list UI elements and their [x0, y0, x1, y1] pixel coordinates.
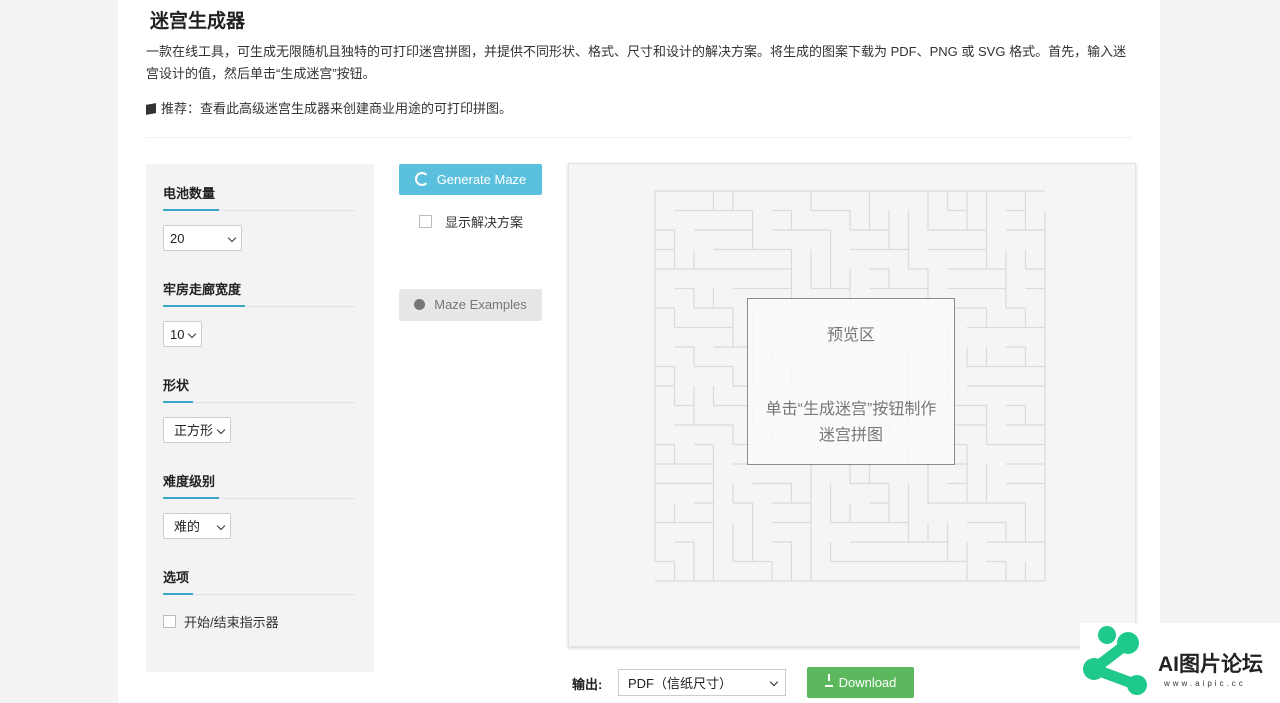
generate-maze-button[interactable]: Generate Maze — [399, 164, 542, 195]
cells-select[interactable]: 20 — [163, 225, 242, 251]
chevron-down-icon — [187, 329, 197, 339]
corridor-label: 牢房走廊宽度 — [163, 279, 355, 307]
preview-area: 预览区 单击“生成迷宫”按钮制作迷宫拼图 — [568, 163, 1136, 647]
corridor-select[interactable]: 10 — [163, 321, 202, 347]
chevron-down-icon — [216, 425, 226, 435]
chevron-down-icon — [216, 521, 226, 531]
recommendation-link[interactable]: 推荐：查看此高级迷宫生成器来创建商业用途的可打印拼图。 — [161, 101, 512, 116]
logo-icon — [1083, 626, 1147, 695]
cells-label: 电池数量 — [163, 183, 355, 211]
download-button[interactable]: Download — [807, 667, 914, 698]
shape-group: 形状 正方形 — [163, 375, 355, 443]
shape-label: 形状 — [163, 375, 355, 403]
shape-select[interactable]: 正方形 — [163, 417, 231, 443]
start-end-checkbox[interactable] — [163, 615, 176, 628]
settings-sidebar: 电池数量 20 牢房走廊宽度 10 形状 正方形 难度级别 难的 选项 开始/结… — [146, 164, 374, 672]
watermark-url: www.aipic.cc — [1164, 679, 1246, 688]
output-label: 输出: — [572, 677, 603, 692]
output-format-select[interactable]: PDF（信纸尺寸） — [618, 669, 786, 696]
chevron-down-icon — [227, 233, 237, 243]
divider — [146, 137, 1132, 138]
globe-icon — [414, 299, 426, 310]
page-title: 迷宫生成器 — [150, 11, 246, 32]
preview-title: 预览区 — [826, 327, 875, 344]
page-description: 一款在线工具，可生成无限随机且独特的可打印迷宫拼图，并提供不同形状、格式、尺寸和… — [146, 44, 1127, 81]
page-container: 迷宫生成器 一款在线工具，可生成无限随机且独特的可打印迷宫拼图，并提供不同形状、… — [118, 0, 1160, 703]
cells-group: 电池数量 20 — [163, 183, 355, 251]
options-group: 选项 — [163, 567, 355, 595]
refresh-icon — [414, 172, 429, 186]
corridor-group: 牢房走廊宽度 10 — [163, 279, 355, 347]
show-solution-option[interactable]: 显示解决方案 — [419, 212, 523, 231]
difficulty-select[interactable]: 难的 — [163, 513, 231, 539]
options-label: 选项 — [163, 567, 355, 595]
show-solution-checkbox[interactable] — [419, 215, 432, 228]
watermark-logo: AI图片论坛 www.aipic.cc — [1080, 623, 1280, 703]
recommendation-tip: 推荐：查看此高级迷宫生成器来创建商业用途的可打印拼图。 — [146, 98, 512, 120]
difficulty-group: 难度级别 难的 — [163, 471, 355, 539]
preview-message: 单击“生成迷宫”按钮制作迷宫拼图 — [765, 401, 937, 444]
chevron-down-icon — [769, 677, 779, 687]
watermark-text: AI图片论坛 — [1158, 653, 1263, 676]
start-end-option[interactable]: 开始/结束指示器 — [163, 612, 279, 631]
preview-overlay: 预览区 单击“生成迷宫”按钮制作迷宫拼图 — [747, 298, 955, 465]
download-icon — [824, 674, 833, 687]
difficulty-label: 难度级别 — [163, 471, 355, 499]
cube-icon — [146, 103, 156, 115]
maze-examples-button[interactable]: Maze Examples — [399, 289, 542, 321]
